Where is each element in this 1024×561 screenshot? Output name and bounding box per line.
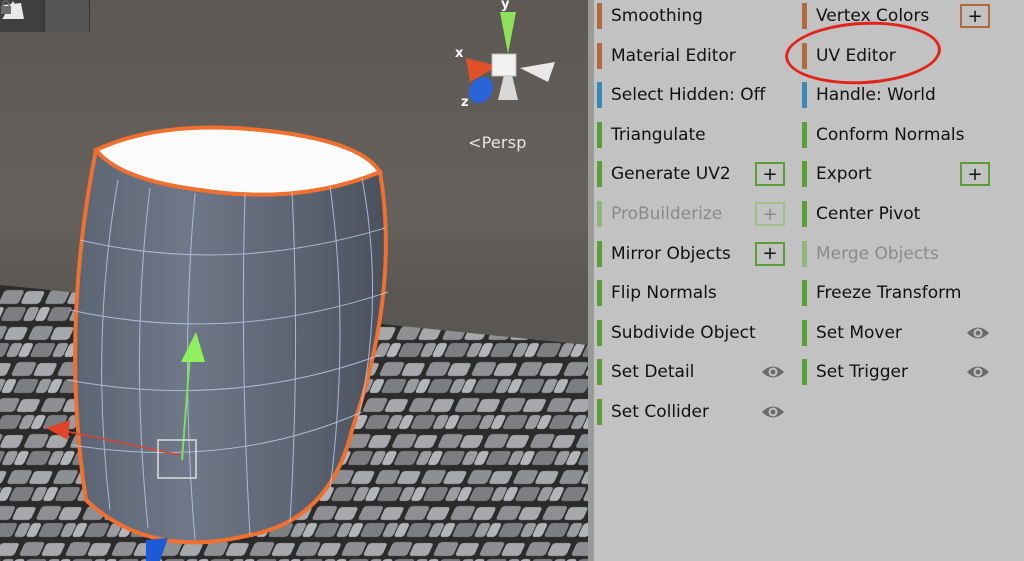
- tool-label: Set Collider: [611, 402, 709, 422]
- tool-set-mover-visibility-eye-icon[interactable]: [965, 323, 991, 343]
- tool-label: Center Pivot: [816, 204, 921, 224]
- tool-set-detail-visibility-eye-icon[interactable]: [760, 362, 786, 382]
- category-stripe: [802, 319, 807, 346]
- y-axis-label: y: [501, 0, 510, 12]
- lock-icon[interactable]: [0, 0, 12, 14]
- tool-label: Export: [816, 164, 872, 185]
- scene-canvas[interactable]: [0, 0, 588, 561]
- tool-generate-uv2-options-button[interactable]: +: [755, 162, 785, 187]
- tool-flip-normals-button[interactable]: Flip Normals: [597, 277, 787, 309]
- tool-triangulate-button[interactable]: Triangulate: [597, 119, 787, 151]
- tool-set-mover-button[interactable]: Set Mover: [802, 317, 992, 349]
- category-stripe: [597, 201, 602, 227]
- projection-label: Persp: [481, 133, 527, 152]
- tool-material-editor-button[interactable]: Material Editor: [597, 40, 787, 72]
- tool-label: Set Detail: [611, 362, 695, 383]
- category-stripe: [802, 161, 807, 188]
- tool-label: Set Trigger: [816, 362, 908, 383]
- projection-toggle[interactable]: <Persp: [468, 133, 527, 152]
- face-mode-button[interactable]: [3, 0, 90, 32]
- tool-label: Subdivide Object: [611, 322, 756, 343]
- tool-smoothing-button[interactable]: Smoothing: [597, 0, 787, 32]
- tool-handle-world-button[interactable]: Handle: World: [802, 79, 992, 111]
- tool-merge-objects-button[interactable]: Merge Objects: [802, 238, 992, 270]
- category-stripe: [597, 399, 602, 425]
- category-stripe: [597, 319, 602, 346]
- tool-export-options-button[interactable]: +: [960, 162, 990, 187]
- orientation-gizmo[interactable]: [464, 12, 555, 108]
- tool-set-collider-visibility-eye-icon[interactable]: [760, 402, 786, 422]
- tool-subdivide-object-button[interactable]: Subdivide Object: [597, 317, 787, 349]
- tool-label: Handle: World: [816, 85, 936, 106]
- tool-probuilderize-options-button[interactable]: +: [755, 202, 785, 226]
- category-stripe: [597, 82, 602, 109]
- category-stripe: [597, 3, 602, 29]
- tool-label: Freeze Transform: [816, 283, 962, 304]
- tool-label: Merge Objects: [816, 243, 939, 264]
- category-stripe: [597, 240, 602, 267]
- category-stripe: [802, 240, 807, 267]
- category-stripe: [802, 359, 807, 386]
- category-stripe: [802, 280, 807, 307]
- tool-label: Generate UV2: [611, 164, 731, 185]
- category-stripe: [802, 3, 807, 29]
- tool-set-collider-button[interactable]: Set Collider: [597, 396, 787, 428]
- category-stripe: [597, 42, 602, 69]
- tool-set-detail-button[interactable]: Set Detail: [597, 356, 787, 388]
- tool-mirror-objects-options-button[interactable]: +: [755, 241, 785, 266]
- x-axis-label: x: [455, 46, 464, 61]
- tool-label: Mirror Objects: [611, 243, 731, 264]
- tool-select-hidden-button[interactable]: Select Hidden: Off: [597, 79, 787, 111]
- tool-label: Flip Normals: [611, 283, 717, 304]
- tool-label: Select Hidden: Off: [611, 85, 766, 106]
- tool-label: Smoothing: [611, 6, 703, 26]
- category-stripe: [802, 121, 807, 148]
- tool-set-trigger-visibility-eye-icon[interactable]: [965, 362, 991, 382]
- tool-label: Triangulate: [611, 124, 706, 145]
- category-stripe: [597, 359, 602, 386]
- probuilder-tool-panel: Smoothing Material Editor Select Hidden: O…: [594, 0, 1024, 561]
- z-axis-label: z: [461, 95, 469, 110]
- tool-vertex-colors-options-button[interactable]: +: [960, 4, 990, 28]
- category-stripe: [802, 201, 807, 227]
- category-stripe: [597, 280, 602, 307]
- tool-center-pivot-button[interactable]: Center Pivot: [802, 198, 992, 230]
- tool-label: Material Editor: [611, 45, 736, 66]
- category-stripe: [802, 82, 807, 109]
- tool-conform-normals-button[interactable]: Conform Normals: [802, 119, 992, 151]
- category-stripe: [597, 161, 602, 188]
- tool-set-trigger-button[interactable]: Set Trigger: [802, 356, 992, 388]
- tool-label: Set Mover: [816, 322, 902, 343]
- tool-freeze-transform-button[interactable]: Freeze Transform: [802, 277, 992, 309]
- tool-label: Conform Normals: [816, 124, 965, 145]
- chevron-left-icon: <: [468, 133, 482, 152]
- scene-view[interactable]: y x z <Persp: [0, 0, 588, 561]
- tool-label: ProBuilderize: [611, 204, 723, 224]
- scene-toolbar: [0, 0, 90, 32]
- category-stripe: [597, 121, 602, 148]
